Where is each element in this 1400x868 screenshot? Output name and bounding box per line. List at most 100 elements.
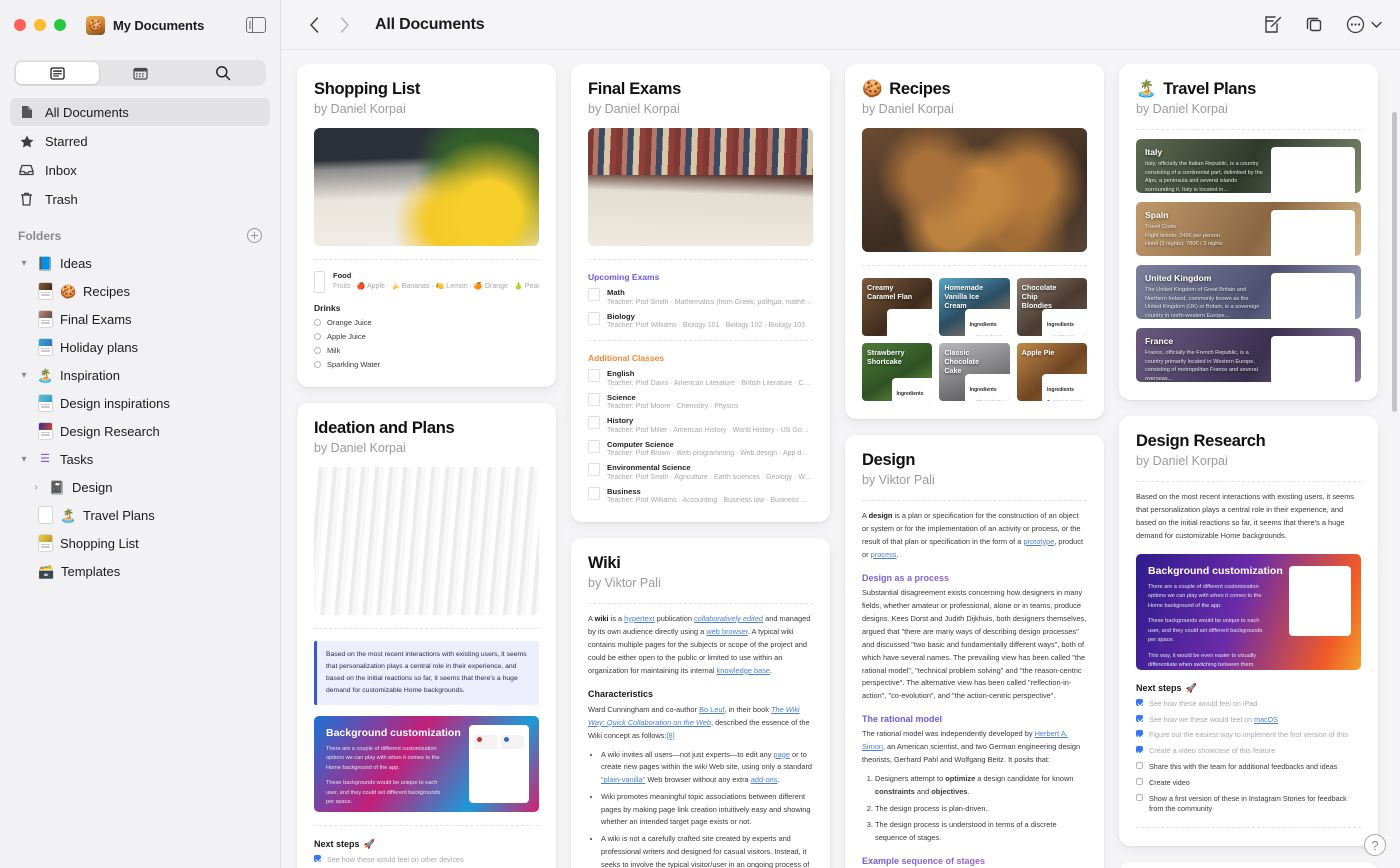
plus-circle-icon[interactable] xyxy=(247,228,262,243)
tree-item-inspiration[interactable]: ▾ 🏝️ Inspiration xyxy=(10,361,270,389)
tree-item-design-inspirations[interactable]: Design inspirations xyxy=(10,389,270,417)
document-card-shopping-list[interactable]: Shopping List by Daniel Korpai Food Frui… xyxy=(297,64,556,387)
sidebar-item-starred[interactable]: Starred xyxy=(10,127,270,155)
destination-card-united-kingdom[interactable]: United Kingdom The United Kingdom of Gre… xyxy=(1136,265,1361,319)
compose-button[interactable] xyxy=(1264,15,1283,34)
class-item[interactable]: Environmental Science Teacher: Prof Smith… xyxy=(588,463,813,481)
checkbox-icon[interactable] xyxy=(1136,777,1143,785)
document-card-recipes[interactable]: 🍪 Recipes by Daniel Korpai Creamy Carame… xyxy=(845,64,1104,419)
checkbox-icon[interactable] xyxy=(314,347,321,354)
document-card-design-inspirations[interactable]: Design inspirations by Daniel Korpai xyxy=(1119,862,1378,868)
document-card-design[interactable]: Design by Viktor Pali A design is a plan… xyxy=(845,435,1104,868)
calendar-view-tab[interactable] xyxy=(99,62,182,84)
recipe-card[interactable]: Apple Pie Ingredients 1/2 cup sugar 1/2 … xyxy=(1016,343,1087,401)
checklist-item[interactable]: Milk xyxy=(314,346,539,355)
tree-item-recipes[interactable]: 🍪 Recipes xyxy=(10,277,270,305)
board-scrollbar[interactable] xyxy=(1392,112,1397,858)
tree-item-templates[interactable]: 🗃️ Templates xyxy=(10,557,270,585)
destination-card-spain[interactable]: Spain Travel Costs Flight tickets: 249€ … xyxy=(1136,202,1361,256)
link-plain-vanilla[interactable]: "plain-vanilla" xyxy=(601,775,645,784)
maximize-window-button[interactable] xyxy=(54,19,66,31)
class-item[interactable]: Computer Science Teacher: Prof Brown · We… xyxy=(588,439,813,457)
tree-item-holiday-plans[interactable]: Holiday plans xyxy=(10,333,270,361)
task-item[interactable]: Show a first version of these in Instagr… xyxy=(1136,793,1361,816)
class-item[interactable]: English Teacher: Prof Davis · American Li… xyxy=(588,369,813,387)
task-item[interactable]: Create a video showcase of this feature xyxy=(1136,746,1361,757)
task-item[interactable]: See how these would feel on other device… xyxy=(314,854,539,866)
checklist-item[interactable]: Sparkling Water xyxy=(314,360,539,369)
forward-button[interactable] xyxy=(329,10,359,40)
tree-item-shopping-list[interactable]: Shopping List xyxy=(10,529,270,557)
checkbox-icon[interactable] xyxy=(1136,730,1143,738)
help-button[interactable]: ? xyxy=(1364,834,1386,856)
document-card-design-research[interactable]: Design Research by Daniel Korpai Based o… xyxy=(1119,416,1378,847)
more-options-button[interactable] xyxy=(1346,15,1382,34)
checkbox-icon[interactable] xyxy=(314,333,321,340)
checklist-item[interactable]: Apple Juice xyxy=(314,332,539,341)
task-item[interactable]: Share this with the team for additional … xyxy=(1136,762,1361,773)
link-collaboratively-edited[interactable]: collaboratively edited xyxy=(694,614,763,623)
destination-card-france[interactable]: France France, officially the French Rep… xyxy=(1136,328,1361,382)
document-card-final-exams[interactable]: Final Exams by Daniel Korpai Upcoming Ex… xyxy=(571,64,830,522)
checkbox-icon[interactable] xyxy=(1136,746,1143,754)
link-citation-8[interactable]: [8] xyxy=(666,731,674,740)
link-page[interactable]: page xyxy=(774,750,790,759)
tree-item-design-research[interactable]: Design Research xyxy=(10,417,270,445)
document-card-travel-plans[interactable]: 🏝️ Travel Plans by Daniel Korpai Italy I… xyxy=(1119,64,1378,400)
class-item[interactable]: Science Teacher: Prof Moore · Chemistry ·… xyxy=(588,392,813,410)
checkbox-icon[interactable] xyxy=(314,319,321,326)
link-macos[interactable]: macOS xyxy=(1254,715,1278,724)
sidebar-item-trash[interactable]: Trash xyxy=(10,185,270,213)
tree-item-ideas[interactable]: ▾ 📘 Ideas xyxy=(10,249,270,277)
tree-item-design[interactable]: › 📓 Design xyxy=(10,473,270,501)
class-item[interactable]: History Teacher: Prof Miller · American H… xyxy=(588,416,813,434)
document-card-wiki[interactable]: Wiki by Viktor Pali A wiki is a hypertex… xyxy=(571,538,830,868)
checkbox-icon[interactable] xyxy=(1046,399,1051,401)
checkbox-icon[interactable] xyxy=(1136,714,1143,722)
tree-item-travel-plans[interactable]: 🏝️ Travel Plans xyxy=(10,501,270,529)
back-button[interactable] xyxy=(299,10,329,40)
class-item[interactable]: Business Teacher: Prof Williams · Account… xyxy=(588,486,813,504)
task-item[interactable]: Figure out the easiest way to implement … xyxy=(1136,730,1361,741)
minimize-window-button[interactable] xyxy=(34,19,46,31)
checkbox-icon[interactable] xyxy=(1136,762,1143,769)
search-view-tab[interactable] xyxy=(181,62,264,84)
chevron-down-icon[interactable]: ▾ xyxy=(18,370,30,381)
link-prototype[interactable]: prototype xyxy=(1023,537,1054,546)
link-hypertext[interactable]: hypertext xyxy=(624,614,654,623)
checkbox-icon[interactable] xyxy=(1136,698,1143,706)
exam-item[interactable]: Biology Teacher: Prof Williams · Biology… xyxy=(588,311,813,329)
recipe-card[interactable]: Classic Chocolate Cake Ingredients 2/3 c… xyxy=(939,343,1010,401)
link-process[interactable]: process xyxy=(871,550,897,559)
scrollbar-thumb[interactable] xyxy=(1392,112,1397,412)
link-web-browser[interactable]: web browser xyxy=(706,627,748,636)
chevron-down-icon[interactable]: ▾ xyxy=(18,454,30,465)
link-add-ons[interactable]: add-ons xyxy=(751,775,778,784)
tree-item-tasks[interactable]: ▾ ☰ Tasks xyxy=(10,445,270,473)
recipe-card[interactable]: Creamy Caramel Flan xyxy=(862,278,933,336)
checkbox-icon[interactable] xyxy=(314,361,321,368)
recipe-card[interactable]: Homemade Vanilla Ice Cream Ingredients 2… xyxy=(939,278,1010,336)
close-window-button[interactable] xyxy=(14,19,26,31)
task-item[interactable]: Create video xyxy=(1136,777,1361,789)
task-item[interactable]: See how we these would feel on macOS xyxy=(1136,714,1361,726)
recipe-card[interactable]: Strawberry Shortcake Ingredients 2/3 cup… xyxy=(862,343,933,401)
document-card-ideation-and-plans[interactable]: Ideation and Plans by Daniel Korpai Base… xyxy=(297,403,556,868)
sidebar-item-all-documents[interactable]: All Documents xyxy=(10,98,270,126)
destination-card-italy[interactable]: Italy Italy, officially the Italian Repu… xyxy=(1136,139,1361,193)
link-knowledge-base[interactable]: knowledge base xyxy=(717,666,770,675)
tree-item-final-exams[interactable]: Final Exams xyxy=(10,305,270,333)
chevron-down-icon[interactable]: ▾ xyxy=(18,258,30,269)
sidebar-item-inbox[interactable]: Inbox xyxy=(10,156,270,184)
recipe-card[interactable]: Chocolate Chip Blondies Ingredients 1-1/… xyxy=(1016,278,1087,336)
checklist-item[interactable]: Orange Juice xyxy=(314,318,539,327)
chevron-right-icon[interactable]: › xyxy=(30,482,42,493)
exam-item[interactable]: Math Teacher: Prof Smith · Mathematics (… xyxy=(588,288,813,306)
duplicate-button[interactable] xyxy=(1305,15,1324,34)
checkbox-icon[interactable] xyxy=(314,854,321,862)
sidebar-toggle-icon[interactable] xyxy=(246,16,266,34)
link-bo-leuf[interactable]: Bo Leuf xyxy=(699,705,724,714)
checkbox-icon[interactable] xyxy=(1136,793,1143,801)
task-item[interactable]: See how these would feel on iPad xyxy=(1136,698,1361,710)
documents-view-tab[interactable] xyxy=(16,62,99,84)
